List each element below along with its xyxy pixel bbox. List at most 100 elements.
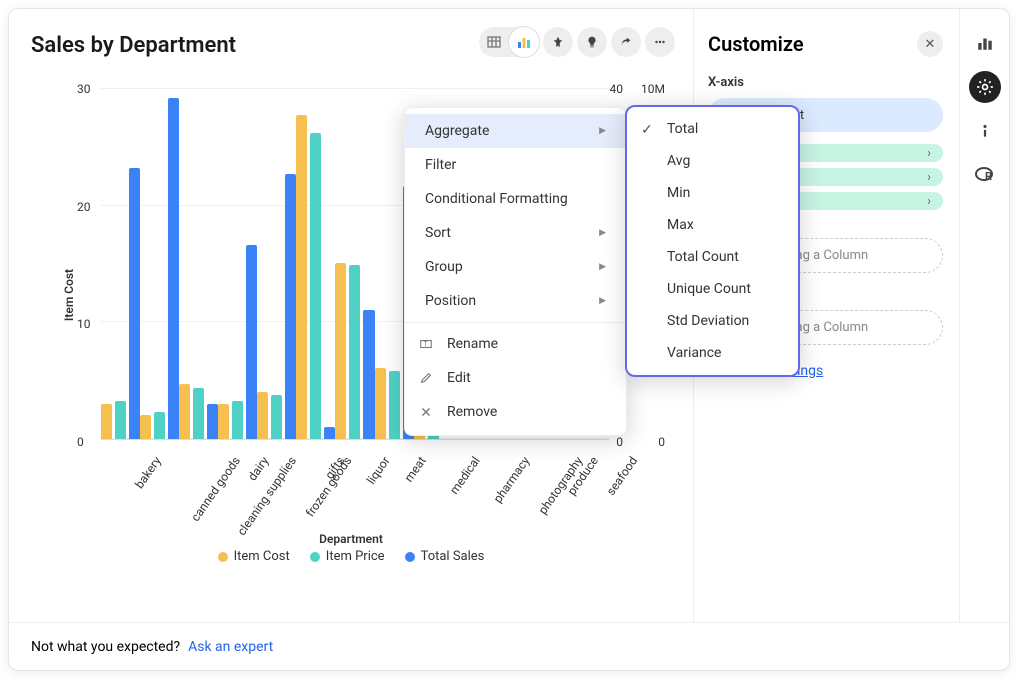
- bar[interactable]: [389, 371, 400, 439]
- y-tick: 0: [77, 435, 84, 449]
- bar[interactable]: [154, 412, 165, 439]
- chevron-right-icon: ›: [927, 146, 931, 161]
- footer: Not what you expected? Ask an expert: [9, 622, 1009, 670]
- menu-item-conditional-formatting[interactable]: Conditional Formatting: [405, 182, 626, 216]
- bar-group[interactable]: [179, 384, 218, 439]
- menu-item-filter[interactable]: Filter: [405, 148, 626, 182]
- legend-item[interactable]: Item Cost: [218, 549, 290, 564]
- y-tick-secondary: 40: [610, 82, 624, 96]
- bar[interactable]: [271, 395, 282, 439]
- close-customize-button[interactable]: ✕: [917, 31, 943, 57]
- bar[interactable]: [363, 310, 374, 439]
- submenu-item-std-deviation[interactable]: Std Deviation: [627, 305, 798, 337]
- edit-icon: [419, 371, 435, 385]
- share-icon: [619, 35, 633, 49]
- more-button[interactable]: [645, 27, 675, 57]
- chevron-right-icon: ›: [927, 194, 931, 209]
- chart-toolbar: [479, 27, 675, 57]
- view-toggle: [479, 27, 539, 57]
- context-menu: Aggregate▶FilterConditional FormattingSo…: [404, 107, 627, 436]
- table-icon: [486, 34, 502, 50]
- legend: Item Cost Item Price Total Sales: [9, 549, 693, 564]
- rail-chart-button[interactable]: [969, 27, 1001, 59]
- rail-settings-button[interactable]: [969, 71, 1001, 103]
- legend-swatch: [218, 552, 228, 562]
- y-tick: 30: [77, 82, 91, 96]
- bar[interactable]: [246, 245, 257, 439]
- bar[interactable]: [140, 415, 151, 439]
- legend-item[interactable]: Total Sales: [405, 549, 485, 564]
- y-tick: 20: [77, 200, 91, 214]
- gear-icon: [976, 78, 994, 96]
- y-axis-label: Item Cost: [62, 268, 76, 320]
- bar[interactable]: [218, 404, 229, 439]
- bar[interactable]: [375, 368, 386, 439]
- submenu-item-min[interactable]: Min: [627, 177, 798, 209]
- menu-item-aggregate[interactable]: Aggregate▶: [405, 114, 626, 148]
- bar-group[interactable]: [101, 168, 140, 439]
- submenu-item-avg[interactable]: Avg: [627, 145, 798, 177]
- xaxis-section-label: X-axis: [708, 75, 943, 90]
- rename-icon: T: [419, 337, 435, 351]
- bar-group[interactable]: [218, 245, 257, 439]
- x-tick: liquor: [364, 454, 393, 487]
- bar[interactable]: [193, 388, 204, 439]
- legend-item[interactable]: Item Price: [310, 549, 385, 564]
- bar[interactable]: [285, 174, 296, 439]
- y-tick-secondary: 0: [616, 435, 623, 449]
- close-icon: ✕: [925, 37, 936, 52]
- remove-icon: [419, 405, 435, 419]
- bar[interactable]: [129, 168, 140, 439]
- bar[interactable]: [179, 384, 190, 439]
- legend-swatch: [405, 552, 415, 562]
- bar[interactable]: [324, 427, 335, 439]
- chevron-right-icon: ›: [927, 170, 931, 185]
- bar[interactable]: [232, 401, 243, 439]
- menu-item-remove[interactable]: Remove: [405, 395, 626, 429]
- chart-view-button[interactable]: [509, 27, 539, 57]
- bar[interactable]: [168, 98, 179, 439]
- legend-label: Item Cost: [234, 549, 290, 564]
- bar[interactable]: [101, 404, 112, 439]
- submenu-item-total[interactable]: ✓Total: [627, 113, 798, 145]
- submenu-item-total-count[interactable]: Total Count: [627, 241, 798, 273]
- bar-chart-icon: [516, 34, 532, 50]
- x-tick: seafood: [604, 454, 641, 498]
- x-tick: dairy: [245, 454, 271, 483]
- menu-item-group[interactable]: Group▶: [405, 250, 626, 284]
- bar[interactable]: [207, 404, 218, 439]
- x-tick: pharmacy: [491, 454, 533, 505]
- menu-item-sort[interactable]: Sort▶: [405, 216, 626, 250]
- legend-label: Item Price: [326, 549, 385, 564]
- more-icon: [653, 35, 667, 49]
- bar[interactable]: [115, 401, 126, 439]
- bar-group[interactable]: [296, 115, 335, 439]
- bar-group[interactable]: [140, 98, 179, 439]
- submenu-item-max[interactable]: Max: [627, 209, 798, 241]
- bar[interactable]: [349, 265, 360, 439]
- chevron-right-icon: ▶: [599, 126, 606, 136]
- r-icon: R: [975, 165, 995, 185]
- bar[interactable]: [296, 115, 307, 439]
- bar-group[interactable]: [257, 174, 296, 439]
- svg-text:R: R: [985, 170, 992, 183]
- bar[interactable]: [257, 392, 268, 439]
- table-view-button[interactable]: [479, 27, 509, 57]
- rail-info-button[interactable]: [969, 115, 1001, 147]
- bar-group[interactable]: [335, 263, 374, 440]
- submenu-item-variance[interactable]: Variance: [627, 337, 798, 369]
- share-button[interactable]: [611, 27, 641, 57]
- info-icon: [976, 122, 994, 140]
- pin-button[interactable]: [543, 27, 573, 57]
- bar[interactable]: [310, 133, 321, 439]
- ask-expert-link[interactable]: Ask an expert: [188, 639, 273, 655]
- rail-r-button[interactable]: R: [969, 159, 1001, 191]
- menu-item-position[interactable]: Position▶: [405, 284, 626, 318]
- menu-item-edit[interactable]: Edit: [405, 361, 626, 395]
- submenu-item-unique-count[interactable]: Unique Count: [627, 273, 798, 305]
- bar[interactable]: [335, 263, 346, 440]
- y-tick-tertiary: 10M: [641, 82, 665, 96]
- menu-item-rename[interactable]: TRename: [405, 327, 626, 361]
- right-rail: R: [959, 9, 1009, 622]
- insight-button[interactable]: [577, 27, 607, 57]
